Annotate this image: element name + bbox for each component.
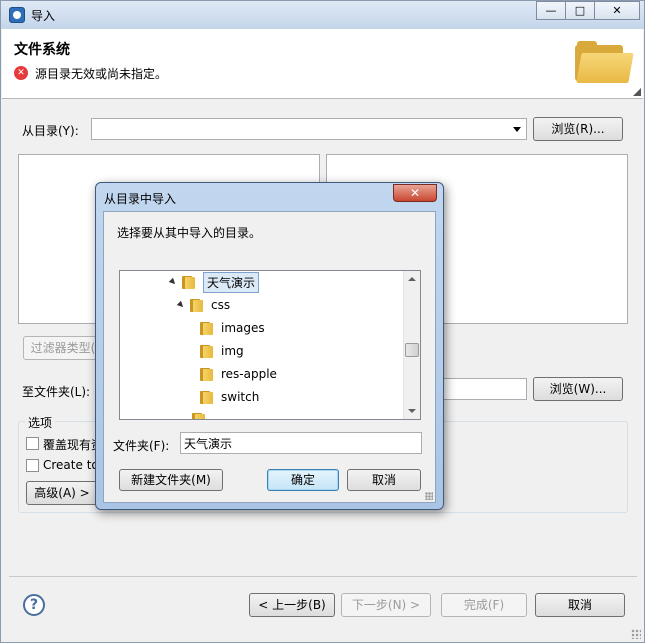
folder-input[interactable]: 天气演示 [180,432,422,454]
create-checkbox[interactable] [26,459,39,472]
browse-target-button[interactable]: 浏览(W)... [533,377,623,401]
tree-item-label: img [221,344,244,358]
expand-triangle-icon[interactable] [176,300,186,310]
folder-icon [200,344,213,358]
close-button[interactable]: ✕ [594,1,640,20]
folder-icon [200,390,213,404]
dialog-title: 从目录中导入 [104,192,177,206]
folder-label: 文件夹(F): [113,439,170,453]
tree-scrollbar[interactable] [403,271,420,419]
tree-item-label: images [221,321,265,335]
tree-item[interactable] [192,409,213,419]
tree-item[interactable]: res-apple [200,364,277,384]
overwrite-checkbox[interactable] [26,437,39,450]
expand-triangle-icon[interactable] [168,277,178,287]
maximize-button[interactable]: □ [565,1,595,20]
advanced-button[interactable]: 高级(A) > [26,481,98,505]
dropdown-arrow-icon[interactable] [513,127,521,132]
folder-icon [190,298,203,312]
scroll-down-icon[interactable] [408,409,416,413]
from-dir-combo[interactable] [91,118,527,140]
error-message: 源目录无效或尚未指定。 [35,67,168,81]
scroll-thumb[interactable] [405,343,419,357]
page-title: 文件系统 [14,42,70,58]
filter-types-button[interactable]: 过滤器类型( [23,336,103,360]
import-dir-dialog: 从目录中导入 ✕ 选择要从其中导入的目录。 天气演示 css images im… [95,182,444,510]
dialog-cancel-button[interactable]: 取消 [347,469,421,491]
title-bar[interactable]: 导入 — □ ✕ [1,1,644,29]
tree-item[interactable]: img [200,341,244,361]
tree-item-label: switch [221,390,260,404]
wizard-banner: 文件系统 ✕ 源目录无效或尚未指定。 [2,29,643,99]
from-dir-label: 从目录(Y): [22,124,79,138]
tree-item-label: res-apple [221,367,277,381]
browse-source-button[interactable]: 浏览(R)... [533,117,623,141]
new-folder-button[interactable]: 新建文件夹(M) [119,469,223,491]
folder-input-value: 天气演示 [184,437,233,451]
footer-separator [9,576,637,577]
next-button[interactable]: 下一步(N) > [341,593,431,617]
tree-item[interactable]: css [176,295,231,315]
create-label: Create to [43,458,99,472]
options-label: 选项 [25,414,56,431]
folder-icon [575,41,634,83]
to-folder-label: 至文件夹(L): [22,385,91,399]
app-icon [9,7,25,23]
tree-item-label: 天气演示 [203,271,260,293]
back-button[interactable]: < 上一步(B) [249,593,335,617]
ok-button[interactable]: 确定 [267,469,339,491]
folder-icon [200,321,213,335]
folder-icon [182,275,195,289]
dialog-close-button[interactable]: ✕ [393,184,437,202]
folder-icon [192,412,205,419]
import-window: 导入 — □ ✕ 文件系统 ✕ 源目录无效或尚未指定。 从目录(Y): 浏览(R… [0,0,645,643]
scroll-up-icon[interactable] [408,277,416,281]
dialog-resize-grip-icon[interactable] [425,492,433,500]
help-icon[interactable]: ? [23,594,45,616]
folder-icon [200,367,213,381]
resize-grip-icon[interactable] [631,629,641,639]
dialog-body: 选择要从其中导入的目录。 天气演示 css images img res-app… [103,211,436,503]
tree-item[interactable]: switch [200,387,259,407]
dialog-prompt: 选择要从其中导入的目录。 [117,226,262,240]
corner-indicator-icon [633,88,641,96]
error-icon: ✕ [14,66,28,80]
overwrite-label: 覆盖现有资 [43,438,104,452]
directory-tree[interactable]: 天气演示 css images img res-apple switch [119,270,421,420]
finish-button[interactable]: 完成(F) [441,593,527,617]
window-controls: — □ ✕ [536,1,640,21]
tree-item[interactable]: images [200,318,265,338]
minimize-button[interactable]: — [536,1,566,20]
tree-item-label: css [211,298,231,312]
tree-item[interactable]: 天气演示 [168,271,260,293]
window-title: 导入 [31,9,56,23]
cancel-button[interactable]: 取消 [535,593,625,617]
